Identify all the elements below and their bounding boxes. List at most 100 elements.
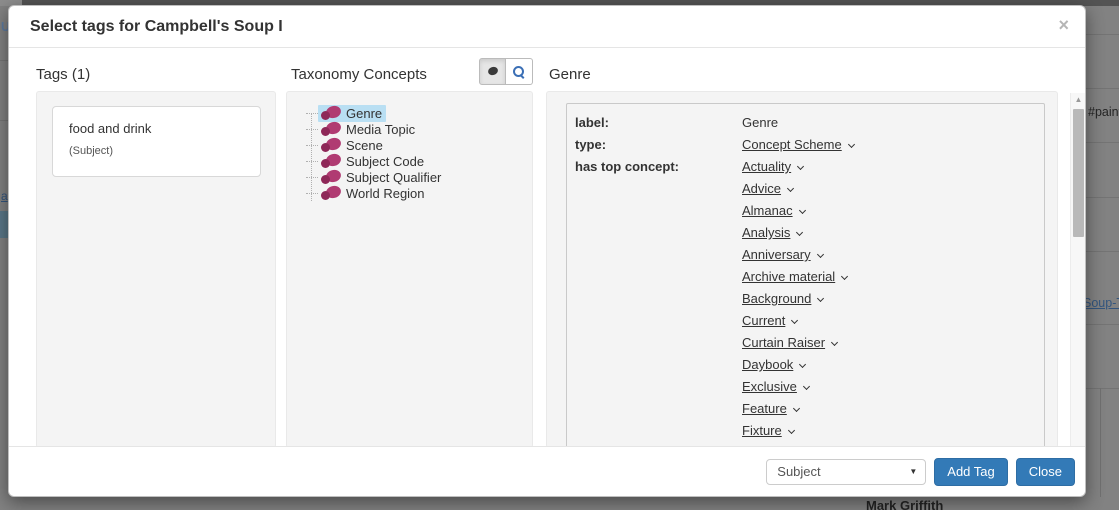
tree-item[interactable]: Scene: [305, 137, 445, 153]
top-concept-link[interactable]: Background: [742, 291, 811, 306]
screen: U a #paintin Soup-T Mark Griffith Select…: [0, 0, 1119, 510]
chevron-down-icon[interactable]: [791, 316, 799, 325]
background-bottom-text: Mark Griffith: [866, 498, 944, 510]
top-concept-link[interactable]: Anniversary: [742, 247, 811, 262]
background-link-text: Soup-T: [1083, 296, 1119, 310]
top-concept-link[interactable]: Curtain Raiser: [742, 335, 825, 350]
chevron-down-icon[interactable]: [817, 294, 825, 303]
chevron-down-icon[interactable]: [841, 272, 849, 281]
taxonomy-concept-icon: [320, 106, 342, 120]
top-concept-row: Feature: [742, 402, 847, 416]
background-selected-row: [0, 211, 8, 238]
chevron-down-icon[interactable]: [802, 382, 810, 391]
top-concept-link[interactable]: Daybook: [742, 357, 793, 372]
chevron-down-icon[interactable]: [831, 338, 839, 347]
concepts-toolbar: [479, 58, 533, 85]
background-hashtag-text: #paintin: [1088, 105, 1119, 119]
top-concept-link[interactable]: Advice: [742, 181, 781, 196]
tag-type-select-value: Subject: [777, 464, 821, 479]
top-concept-link[interactable]: Current: [742, 313, 785, 328]
top-concept-row: Almanac: [742, 204, 847, 218]
chevron-down-icon[interactable]: [787, 426, 795, 435]
taxonomy-concept-icon: [320, 186, 342, 200]
modal-footer: Subject ▼ Add Tag Close: [9, 446, 1085, 496]
detail-panel-heading: Genre: [549, 66, 591, 83]
background-divider: [1100, 388, 1101, 497]
detail-field-name: has top concept:: [575, 159, 680, 174]
top-concept-link[interactable]: Fixture: [742, 423, 782, 438]
modal-title: Select tags for Campbell's Soup I: [30, 18, 283, 35]
tag-card[interactable]: food and drink (Subject): [52, 106, 261, 177]
detail-field-name: label:: [575, 115, 609, 130]
tree-item[interactable]: Genre: [305, 104, 445, 122]
top-concept-row: Actuality: [742, 160, 847, 174]
scrollbar-thumb[interactable]: [1073, 109, 1084, 237]
tags-panel: food and drink (Subject): [36, 91, 276, 448]
concept-detail-box: label: Genre type: Concept Scheme has to…: [566, 103, 1045, 447]
background-divider: [0, 60, 8, 61]
detail-row-top-concepts: has top concept: Actuality Advice Almana…: [575, 160, 1044, 438]
taxonomy-concept-icon: [320, 154, 342, 168]
tree-guide-line: [311, 113, 312, 201]
tree-item-label: Scene: [346, 137, 383, 153]
tree-connector: [306, 112, 318, 114]
background-divider: [1086, 324, 1119, 325]
tree-item-label: Genre: [346, 105, 383, 121]
tag-type: (Subject): [69, 145, 114, 157]
tree-item[interactable]: Media Topic: [305, 121, 445, 137]
top-concept-link[interactable]: Exclusive: [742, 379, 797, 394]
top-concept-row: Exclusive: [742, 380, 847, 394]
top-concept-row: Daybook: [742, 358, 847, 372]
tree-item-label: World Region: [346, 185, 425, 201]
chevron-down-icon[interactable]: [847, 140, 855, 149]
select-dropdown-icon: ▼: [909, 467, 918, 476]
background-divider: [1086, 388, 1119, 389]
background-divider: [1086, 34, 1119, 35]
chevron-down-icon[interactable]: [792, 404, 800, 413]
chevron-down-icon[interactable]: [799, 360, 807, 369]
browse-concepts-button[interactable]: [479, 58, 506, 85]
tags-panel-heading: Tags (1): [36, 66, 91, 83]
tree-connector: [306, 144, 318, 146]
chevron-down-icon[interactable]: [797, 162, 805, 171]
chevron-down-icon[interactable]: [786, 184, 795, 193]
chevron-down-icon[interactable]: [816, 250, 824, 259]
taxonomy-panel: Genre Media Topic Scene Subject Code Sub…: [286, 91, 533, 448]
top-concept-row: Background: [742, 292, 847, 306]
modal-scrollbar[interactable]: ▲ ▼: [1070, 93, 1085, 488]
concept-detail-panel: label: Genre type: Concept Scheme has to…: [546, 91, 1058, 448]
top-concept-link[interactable]: Almanac: [742, 203, 793, 218]
taxonomy-panel-heading: Taxonomy Concepts: [291, 66, 427, 83]
tag-type-select[interactable]: Subject ▼: [766, 458, 927, 485]
tag-label: food and drink: [69, 121, 152, 136]
top-concept-row: Advice: [742, 182, 847, 196]
add-tag-button[interactable]: Add Tag: [934, 457, 1008, 486]
chevron-down-icon[interactable]: [796, 228, 804, 237]
top-concept-row: Fixture: [742, 424, 847, 438]
background-divider: [1086, 197, 1119, 198]
background-divider: [1086, 88, 1119, 89]
close-icon[interactable]: ×: [1058, 10, 1069, 40]
modal-body: Tags (1) Taxonomy Concepts Genre food an…: [9, 48, 1085, 488]
detail-field-name: type:: [575, 137, 607, 152]
chevron-down-icon[interactable]: [798, 206, 806, 215]
tree-connector: [306, 176, 318, 178]
tree-connector: [306, 128, 318, 130]
top-concept-link[interactable]: Feature: [742, 401, 787, 416]
tree-item[interactable]: World Region: [305, 185, 445, 201]
taxonomy-tree: Genre Media Topic Scene Subject Code Sub…: [305, 104, 445, 201]
top-concept-link[interactable]: Analysis: [742, 225, 790, 240]
scroll-up-icon[interactable]: ▲: [1071, 93, 1086, 107]
top-concept-row: Curtain Raiser: [742, 336, 847, 350]
tree-item[interactable]: Subject Qualifier: [305, 169, 445, 185]
concept-scheme-link[interactable]: Concept Scheme: [742, 137, 842, 152]
tree-item[interactable]: Subject Code: [305, 153, 445, 169]
search-concepts-button[interactable]: [506, 58, 533, 85]
top-concept-link[interactable]: Actuality: [742, 159, 791, 174]
close-button[interactable]: Close: [1015, 457, 1075, 486]
tree-item-label: Subject Qualifier: [346, 169, 442, 185]
top-concept-link[interactable]: Archive material: [742, 269, 835, 284]
background-left-link: a: [1, 189, 8, 203]
detail-field-value: Genre: [742, 115, 779, 130]
tree-connector: [306, 192, 318, 194]
